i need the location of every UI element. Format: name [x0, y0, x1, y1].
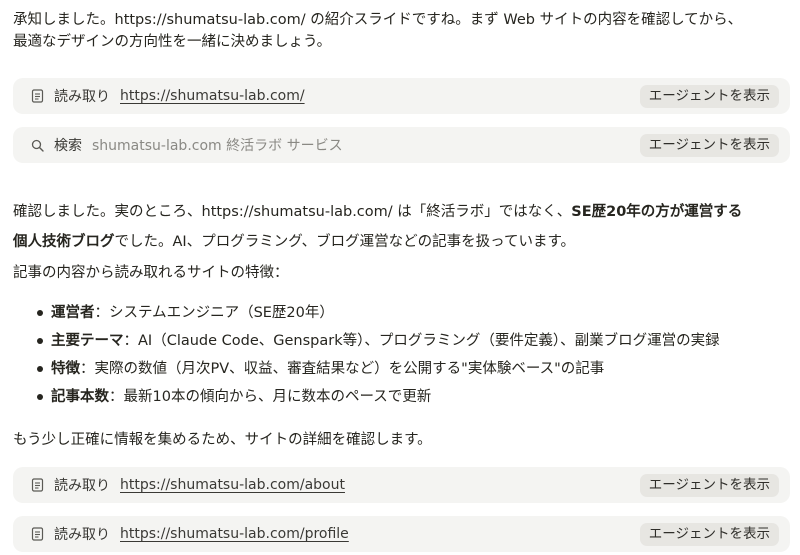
document-icon	[30, 89, 44, 103]
confirm-paragraph: 確認しました。実のところ、https://shumatsu-lab.com/ は…	[13, 197, 742, 257]
features-list: 運営者：システムエンジニア（SE歴20年） 主要テーマ：AI（Claude Co…	[13, 299, 720, 411]
intro-line-2: 最適なデザインの方向性を一緒に決めましょう。	[13, 34, 332, 50]
intro-line-1: 承知しました。https://shumatsu-lab.com/ の紹介スライド…	[13, 12, 743, 28]
feature-label: 特徴	[51, 361, 80, 377]
tool-call-search: 検索 shumatsu-lab.com 終活ラボ サービス エージェントを表示	[13, 127, 790, 163]
tool-call-kind: 読み取り	[54, 478, 110, 494]
confirm-bold-1: SE歴20年の方が運営する	[571, 204, 743, 220]
tool-call-read-about: 読み取り https://shumatsu-lab.com/about エージェ…	[13, 467, 790, 503]
feature-label: 主要テーマ	[51, 333, 124, 349]
tool-call-kind: 読み取り	[54, 89, 110, 105]
tool-call-read-profile: 読み取り https://shumatsu-lab.com/profile エー…	[13, 516, 790, 552]
document-icon	[30, 527, 44, 541]
tool-call-read-home: 読み取り https://shumatsu-lab.com/ エージェントを表示	[13, 78, 790, 114]
show-agent-button[interactable]: エージェントを表示	[639, 134, 779, 157]
search-icon	[30, 138, 44, 152]
tool-call-kind: 読み取り	[54, 527, 110, 543]
feature-text: ：実際の数値（月次PV、収益、審査結果など）を公開する"実体験ベース"の記事	[80, 361, 605, 377]
feature-text: ：AI（Claude Code、Genspark等）、プログラミング（要件定義）…	[123, 333, 720, 349]
show-agent-button[interactable]: エージェントを表示	[639, 85, 779, 108]
feature-label: 記事本数	[51, 389, 109, 405]
list-item: 記事本数：最新10本の傾向から、月に数本のペースで更新	[13, 383, 720, 411]
feature-text: ：システムエンジニア（SE歴20年）	[94, 305, 334, 321]
confirm-bold-2: 個人技術ブログ	[13, 234, 115, 250]
intro-paragraph: 承知しました。https://shumatsu-lab.com/ の紹介スライド…	[13, 9, 742, 53]
search-query: shumatsu-lab.com 終活ラボ サービス	[92, 138, 343, 154]
list-item: 主要テーマ：AI（Claude Code、Genspark等）、プログラミング（…	[13, 327, 720, 355]
show-agent-button[interactable]: エージェントを表示	[639, 474, 779, 497]
document-icon	[30, 478, 44, 492]
tool-call-url[interactable]: https://shumatsu-lab.com/about	[120, 477, 345, 493]
feature-label: 運営者	[51, 305, 95, 321]
closing-text: もう少し正確に情報を集めるため、サイトの詳細を確認します。	[13, 432, 432, 448]
tool-call-url[interactable]: https://shumatsu-lab.com/profile	[120, 526, 349, 542]
show-agent-button[interactable]: エージェントを表示	[639, 523, 779, 546]
list-item: 特徴：実際の数値（月次PV、収益、審査結果など）を公開する"実体験ベース"の記事	[13, 355, 720, 383]
tool-call-kind: 検索	[54, 138, 82, 154]
features-intro: 記事の内容から読み取れるサイトの特徴：	[13, 265, 289, 281]
confirm-suffix: でした。AI、プログラミング、ブログ運営などの記事を扱っています。	[114, 234, 576, 250]
list-item: 運営者：システムエンジニア（SE歴20年）	[13, 299, 720, 327]
feature-text: ：最新10本の傾向から、月に数本のペースで更新	[109, 389, 432, 405]
tool-call-url[interactable]: https://shumatsu-lab.com/	[120, 88, 305, 104]
confirm-prefix: 確認しました。実のところ、https://shumatsu-lab.com/ は…	[13, 204, 572, 220]
